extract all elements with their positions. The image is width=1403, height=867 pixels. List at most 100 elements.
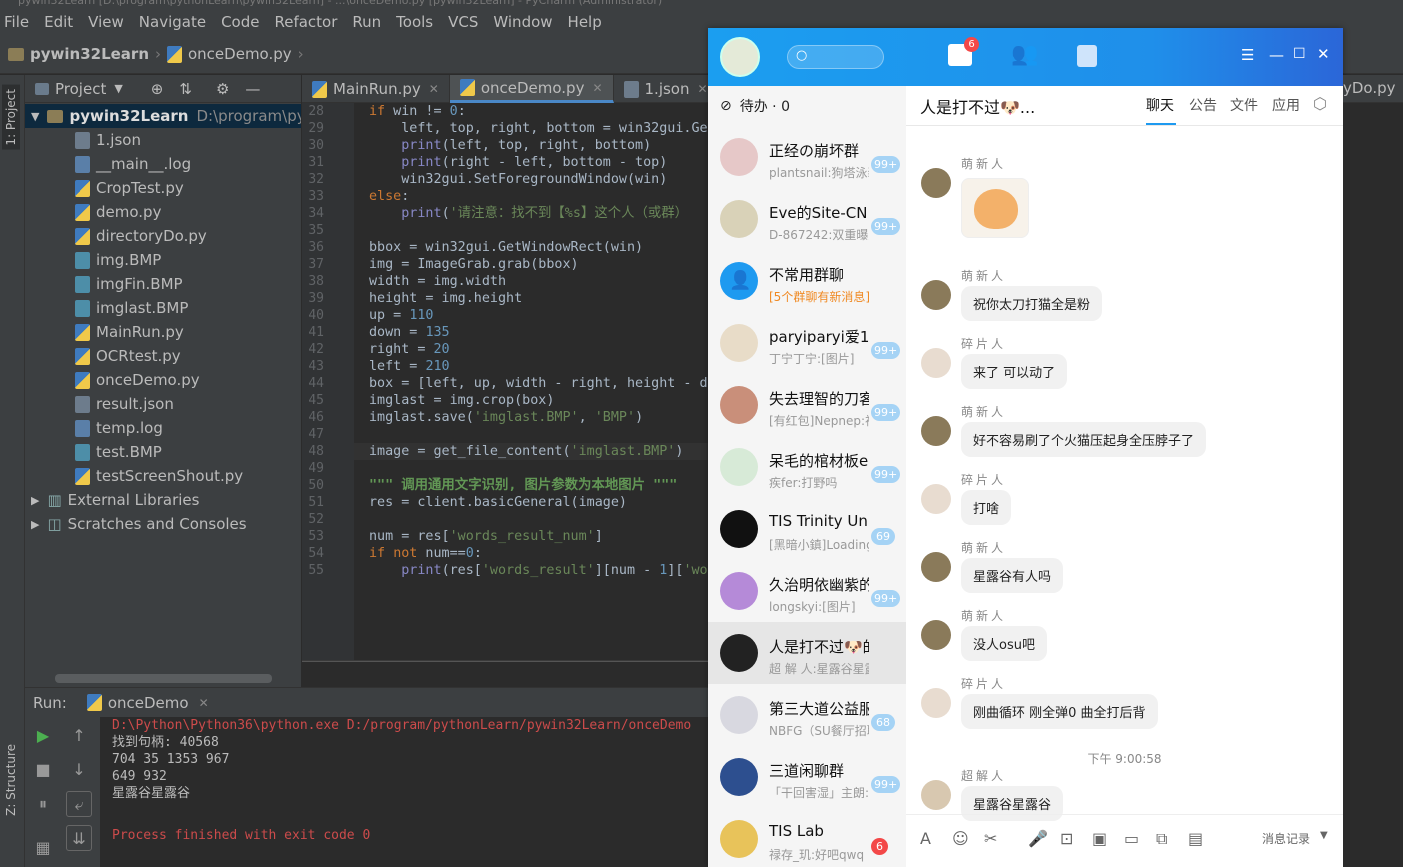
tree-file[interactable]: OCRtest.py [25,344,301,368]
user-avatar[interactable] [720,37,760,77]
conversation-item[interactable]: 第三大道公益服 NBFG（SU餐厅招聘 68 [708,684,906,746]
font-icon[interactable]: A [920,829,931,848]
menu-view[interactable]: View [88,13,124,31]
settings-icon[interactable]: ⬡ [1313,94,1327,113]
conversation-item[interactable]: 三道闲聊群 「干回害湿」主朗: 99+ [708,746,906,808]
code-editor[interactable]: if win != 0: left, top, right, bottom = … [354,103,708,660]
locate-icon[interactable]: ⊕ [151,80,164,98]
arrow-up-icon[interactable]: ↑ [66,723,92,749]
tab-apps[interactable]: 应用 [1272,95,1300,115]
maximize-icon[interactable]: ☐ [1293,46,1306,62]
image-icon[interactable]: ▣ [1092,829,1107,848]
tree-scratches[interactable]: ▶ ◫ Scratches and Consoles [25,512,301,536]
menu-navigate[interactable]: Navigate [139,13,206,31]
minimize-icon[interactable]: — [1269,46,1284,64]
tree-file[interactable]: imgFin.BMP [25,272,301,296]
close-icon[interactable]: ✕ [698,82,708,96]
tab-files[interactable]: 文件 [1230,95,1258,115]
gear-icon[interactable]: ⚙ [216,80,229,98]
conversation-item[interactable]: 正经の崩坏群 plantsnail:狗塔泳装 99+ [708,126,906,188]
hide-icon[interactable]: — [245,80,260,98]
microphone-icon[interactable]: 🎤 [1028,829,1048,848]
tree-file[interactable]: MainRun.py [25,320,301,344]
tree-file[interactable]: test.BMP [25,440,301,464]
tree-file[interactable]: __main__.log [25,152,301,176]
project-tool-tab[interactable]: 1: Project [2,85,20,150]
tree-file[interactable]: testScreenShout.py [25,464,301,488]
conversation-item[interactable]: 呆毛的棺材板e 疾fer:打野吗 99+ [708,436,906,498]
tab-announcement[interactable]: 公告 [1189,95,1217,115]
editor-tab-partial[interactable]: yDo.py [1343,75,1403,103]
close-icon[interactable]: ✕ [592,81,602,95]
structure-tool-tab[interactable]: Z: Structure [2,740,20,820]
menu-tools[interactable]: Tools [396,13,433,31]
layout-icon[interactable]: ▦ [30,835,56,861]
conversation-item[interactable]: paryiparyi爱13 丁宁丁宁:[图片] 99+ [708,312,906,374]
pause-icon[interactable]: ⏸ [30,791,56,817]
tree-file[interactable]: result.json [25,392,301,416]
menu-vcs[interactable]: VCS [448,13,478,31]
expand-arrow-icon[interactable]: ▶ [31,494,39,507]
stop-icon[interactable]: ■ [30,757,56,783]
conversation-item[interactable]: TIS Trinity Uni [黑暗小鎮]Loading 69 [708,498,906,560]
contacts-icon[interactable]: 👥 [1011,44,1038,66]
conversation-item[interactable]: 👤 不常用群聊 [5个群聊有新消息] [708,250,906,312]
chevron-down-icon[interactable]: ▼ [1320,830,1328,841]
breadcrumb-project[interactable]: pywin32Learn › [8,45,161,63]
tab-chat[interactable]: 聊天 [1146,95,1174,115]
expand-arrow-icon[interactable]: ▶ [31,518,39,531]
chevron-down-icon[interactable]: ▼ [114,82,122,95]
breadcrumb-file[interactable]: onceDemo.py › [167,45,304,63]
tab-mainrun-py[interactable]: MainRun.py ✕ [302,75,450,103]
menu-code[interactable]: Code [221,13,259,31]
tree-root[interactable]: ▼ pywin32Learn D:\program\pythonLearn\py… [25,104,301,128]
menu-edit[interactable]: Edit [44,13,73,31]
tree-file[interactable]: 1.json [25,128,301,152]
tree-file[interactable]: imglast.BMP [25,296,301,320]
tree-file[interactable]: directoryDo.py [25,224,301,248]
menu-run[interactable]: Run [352,13,381,31]
emoji-icon[interactable]: ☺ [952,829,969,848]
close-icon[interactable]: ✕ [429,82,439,96]
search-input[interactable]: ○ [787,45,884,69]
run-tab[interactable]: onceDemo [108,694,189,712]
folder-icon[interactable]: ▭ [1124,829,1139,848]
collapse-icon[interactable]: ⇅ [179,80,192,98]
scroll-to-end-icon[interactable]: ⇊ [66,825,92,851]
menu-file[interactable]: File [4,13,29,31]
screenshot-icon[interactable]: ✂ [984,829,997,848]
menu-help[interactable]: Help [568,13,602,31]
remote-icon[interactable]: ⧉ [1156,829,1167,849]
tree-file[interactable]: temp.log [25,416,301,440]
arrow-down-icon[interactable]: ↓ [66,757,92,783]
horizontal-scrollbar[interactable] [55,674,272,683]
tree-file[interactable]: CropTest.py [25,176,301,200]
menu-icon[interactable]: ☰ [1241,46,1254,64]
run-console[interactable]: D:\Python\Python36\python.exe D:/program… [100,717,708,867]
pending-tasks[interactable]: ⊘ 待办 · 0 [720,96,790,116]
tree-external-libraries[interactable]: ▶ ▥ External Libraries [25,488,301,512]
apps-icon[interactable] [1077,45,1097,67]
calendar-icon[interactable]: ▤ [1188,829,1203,848]
soft-wrap-icon[interactable]: ⤶ [66,791,92,817]
menu-window[interactable]: Window [493,13,552,31]
message-history-button[interactable]: 消息记录 [1262,830,1310,847]
tree-file[interactable]: img.BMP [25,248,301,272]
expand-arrow-icon[interactable]: ▼ [31,110,39,123]
conversation-item[interactable]: 久治明依幽紫的 longskyi:[图片] 99+ [708,560,906,622]
project-dropdown[interactable]: Project [55,80,106,98]
close-icon[interactable]: ✕ [1317,45,1330,63]
chevron-right-icon: › [155,45,161,63]
close-icon[interactable]: ✕ [199,696,209,710]
conversation-item[interactable]: 人是打不过🐶的超 解 人:星露谷星露谷 [708,622,906,684]
tree-file[interactable]: onceDemo.py [25,368,301,392]
conversation-item[interactable]: TIS Lab 禄存_玑:好吧qwq 6 [708,808,906,867]
sticker-icon[interactable]: ⊡ [1060,829,1073,848]
tree-file[interactable]: demo.py [25,200,301,224]
conversation-item[interactable]: 失去理智的刀客 [有红包]Nepnep:视 99+ [708,374,906,436]
conversation-item[interactable]: Eve的Site-CN D-867242:双重曝光99+ [708,188,906,250]
rerun-icon[interactable]: ▶ [30,723,56,749]
tab-1-json[interactable]: 1.json ✕ [614,75,719,103]
tab-oncedemo-py[interactable]: onceDemo.py ✕ [449,75,614,103]
menu-refactor[interactable]: Refactor [274,13,337,31]
